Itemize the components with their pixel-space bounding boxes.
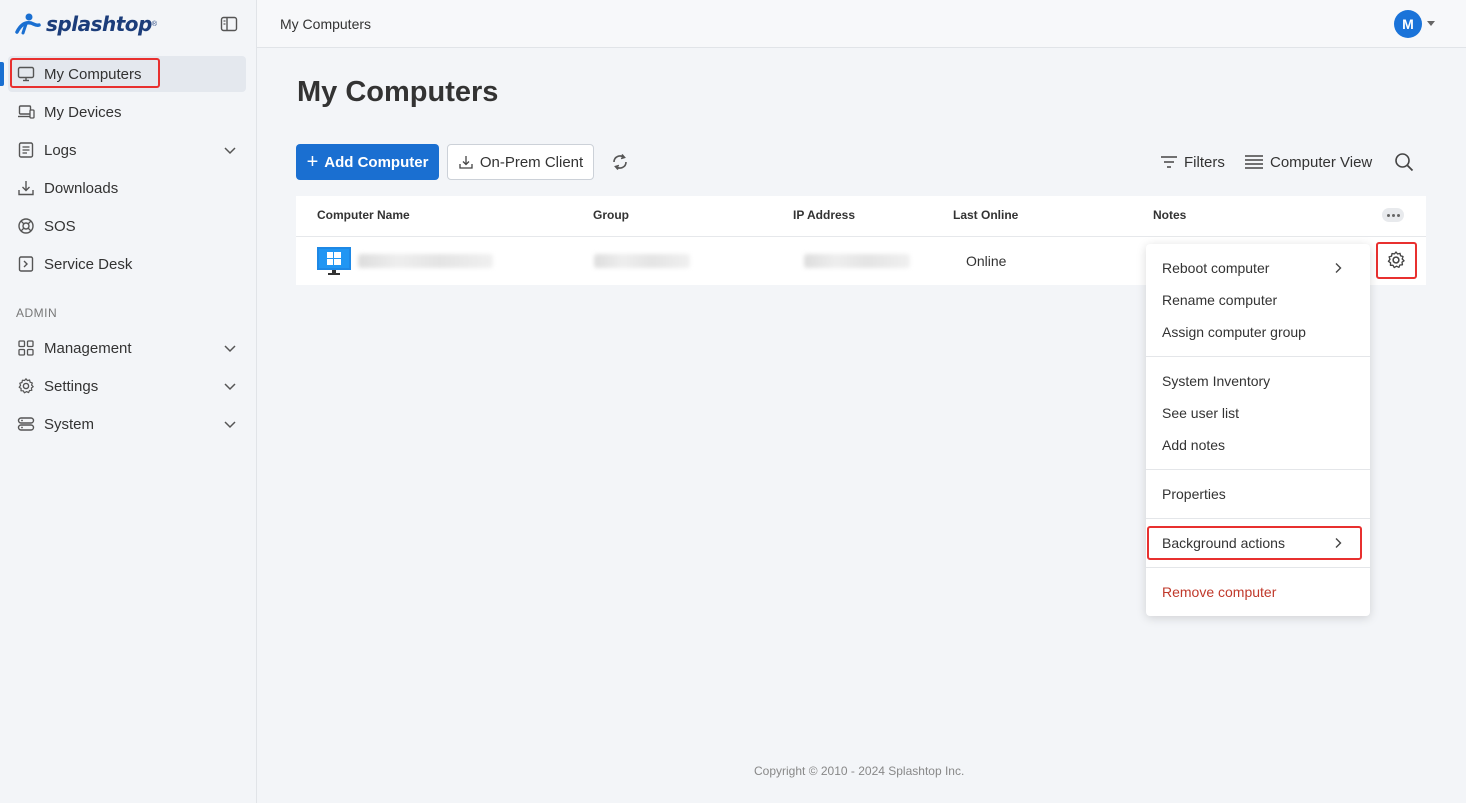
menu-divider — [1146, 518, 1370, 519]
chevron-down-icon — [224, 421, 236, 429]
menu-item-rename-computer[interactable]: Rename computer — [1162, 289, 1354, 311]
menu-item-see-user-list[interactable]: See user list — [1162, 402, 1354, 424]
menu-item-system-inventory[interactable]: System Inventory — [1162, 370, 1354, 392]
sidebar-item-label: Service Desk — [44, 255, 133, 273]
sidebar-toggle-icon — [220, 16, 238, 32]
column-header-notes[interactable]: Notes — [1153, 208, 1186, 222]
sidebar-item-management[interactable]: Management — [8, 330, 246, 366]
avatar[interactable]: M — [1394, 10, 1422, 38]
sidebar-item-my-devices[interactable]: My Devices — [8, 94, 246, 130]
column-header-group[interactable]: Group — [593, 208, 629, 222]
sidebar-item-label: Settings — [44, 377, 99, 395]
service-desk-icon — [16, 254, 36, 274]
filter-icon — [1161, 156, 1177, 168]
column-header-last-online[interactable]: Last Online — [953, 208, 1018, 222]
add-computer-button[interactable]: + Add Computer — [296, 144, 439, 180]
last-online-status: Online — [966, 253, 1007, 269]
menu-divider — [1146, 469, 1370, 470]
menu-divider — [1146, 567, 1370, 568]
windows-computer-icon — [317, 247, 351, 275]
active-indicator — [0, 62, 4, 86]
add-computer-label: Add Computer — [324, 153, 429, 171]
table-header: Computer Name Group IP Address Last Onli… — [296, 196, 1426, 237]
column-header-ip-address[interactable]: IP Address — [793, 208, 855, 222]
breadcrumb: My Computers — [280, 16, 372, 32]
chevron-down-icon — [224, 383, 236, 391]
sos-icon — [16, 216, 36, 236]
column-header-computer-name[interactable]: Computer Name — [317, 208, 410, 222]
grid-icon — [16, 338, 36, 358]
plus-icon: + — [306, 151, 319, 173]
gear-icon — [16, 376, 36, 396]
chevron-right-icon — [1335, 263, 1342, 273]
sidebar-item-label: Downloads — [44, 179, 119, 197]
caret-down-icon[interactable] — [1427, 21, 1435, 26]
splashtop-logo-icon — [15, 13, 41, 35]
computer-view-label: Computer View — [1270, 153, 1373, 171]
splashtop-logo[interactable]: splashtop ® — [14, 10, 157, 38]
computer-name-redacted — [358, 254, 493, 268]
chevron-right-icon — [1335, 538, 1342, 548]
logs-icon — [16, 140, 36, 160]
menu-item-label: Background actions — [1162, 535, 1285, 551]
on-prem-client-button[interactable]: On-Prem Client — [447, 144, 594, 180]
admin-section-label: ADMIN — [16, 306, 58, 320]
on-prem-client-label: On-Prem Client — [479, 153, 584, 171]
sidebar-item-label: Management — [44, 339, 132, 357]
filters-label: Filters — [1184, 153, 1225, 171]
gear-icon — [1387, 251, 1405, 269]
sidebar-item-label: System — [44, 415, 95, 433]
menu-item-properties[interactable]: Properties — [1162, 483, 1354, 505]
sidebar-item-downloads[interactable]: Downloads — [8, 170, 246, 206]
sidebar-item-label: Logs — [44, 141, 77, 159]
chevron-down-icon — [224, 147, 236, 155]
sidebar-item-label: My Computers — [44, 65, 142, 83]
footer-copyright: Copyright © 2010 - 2024 Splashtop Inc. — [754, 764, 965, 778]
brand-trademark: ® — [151, 20, 158, 28]
computer-settings-button[interactable] — [1384, 248, 1408, 272]
menu-item-reboot-computer[interactable]: Reboot computer — [1162, 257, 1354, 279]
sidebar-item-label: My Devices — [44, 103, 122, 121]
brand-name: splashtop — [46, 12, 152, 36]
ip-address-redacted — [804, 254, 910, 268]
download-icon — [16, 178, 36, 198]
sidebar-item-settings[interactable]: Settings — [8, 368, 246, 404]
menu-item-add-notes[interactable]: Add notes — [1162, 434, 1354, 456]
group-redacted — [594, 254, 690, 268]
sidebar-item-label: SOS — [44, 217, 76, 235]
refresh-button[interactable] — [609, 151, 631, 173]
sidebar-item-system[interactable]: System — [8, 406, 246, 442]
server-icon — [16, 414, 36, 434]
menu-divider — [1146, 356, 1370, 357]
top-bar: My Computers M — [257, 0, 1466, 48]
sidebar-item-my-computers[interactable]: My Computers — [8, 56, 246, 92]
search-icon — [1395, 153, 1414, 172]
sidebar-item-service-desk[interactable]: Service Desk — [8, 246, 246, 282]
menu-item-label: Reboot computer — [1162, 260, 1270, 276]
devices-icon — [16, 102, 36, 122]
computer-actions-menu: Reboot computer Rename computer Assign c… — [1146, 244, 1370, 616]
collapse-sidebar-button[interactable] — [220, 15, 238, 33]
menu-item-background-actions[interactable]: Background actions — [1162, 532, 1354, 554]
chevron-down-icon — [224, 345, 236, 353]
filters-button[interactable]: Filters — [1160, 151, 1225, 173]
column-options-button[interactable] — [1382, 208, 1404, 222]
list-view-icon — [1245, 155, 1263, 169]
computer-view-button[interactable]: Computer View — [1244, 151, 1372, 173]
sidebar-item-sos[interactable]: SOS — [8, 208, 246, 244]
monitor-icon — [16, 64, 36, 84]
page-title: My Computers — [297, 76, 499, 108]
refresh-icon — [613, 153, 627, 171]
sidebar-item-logs[interactable]: Logs — [8, 132, 246, 168]
sidebar: splashtop® My Computers My Devices Logs — [0, 0, 257, 803]
menu-item-remove-computer[interactable]: Remove computer — [1162, 581, 1354, 603]
menu-item-assign-computer-group[interactable]: Assign computer group — [1162, 321, 1354, 343]
download-icon — [459, 156, 473, 169]
search-button[interactable] — [1393, 151, 1415, 173]
